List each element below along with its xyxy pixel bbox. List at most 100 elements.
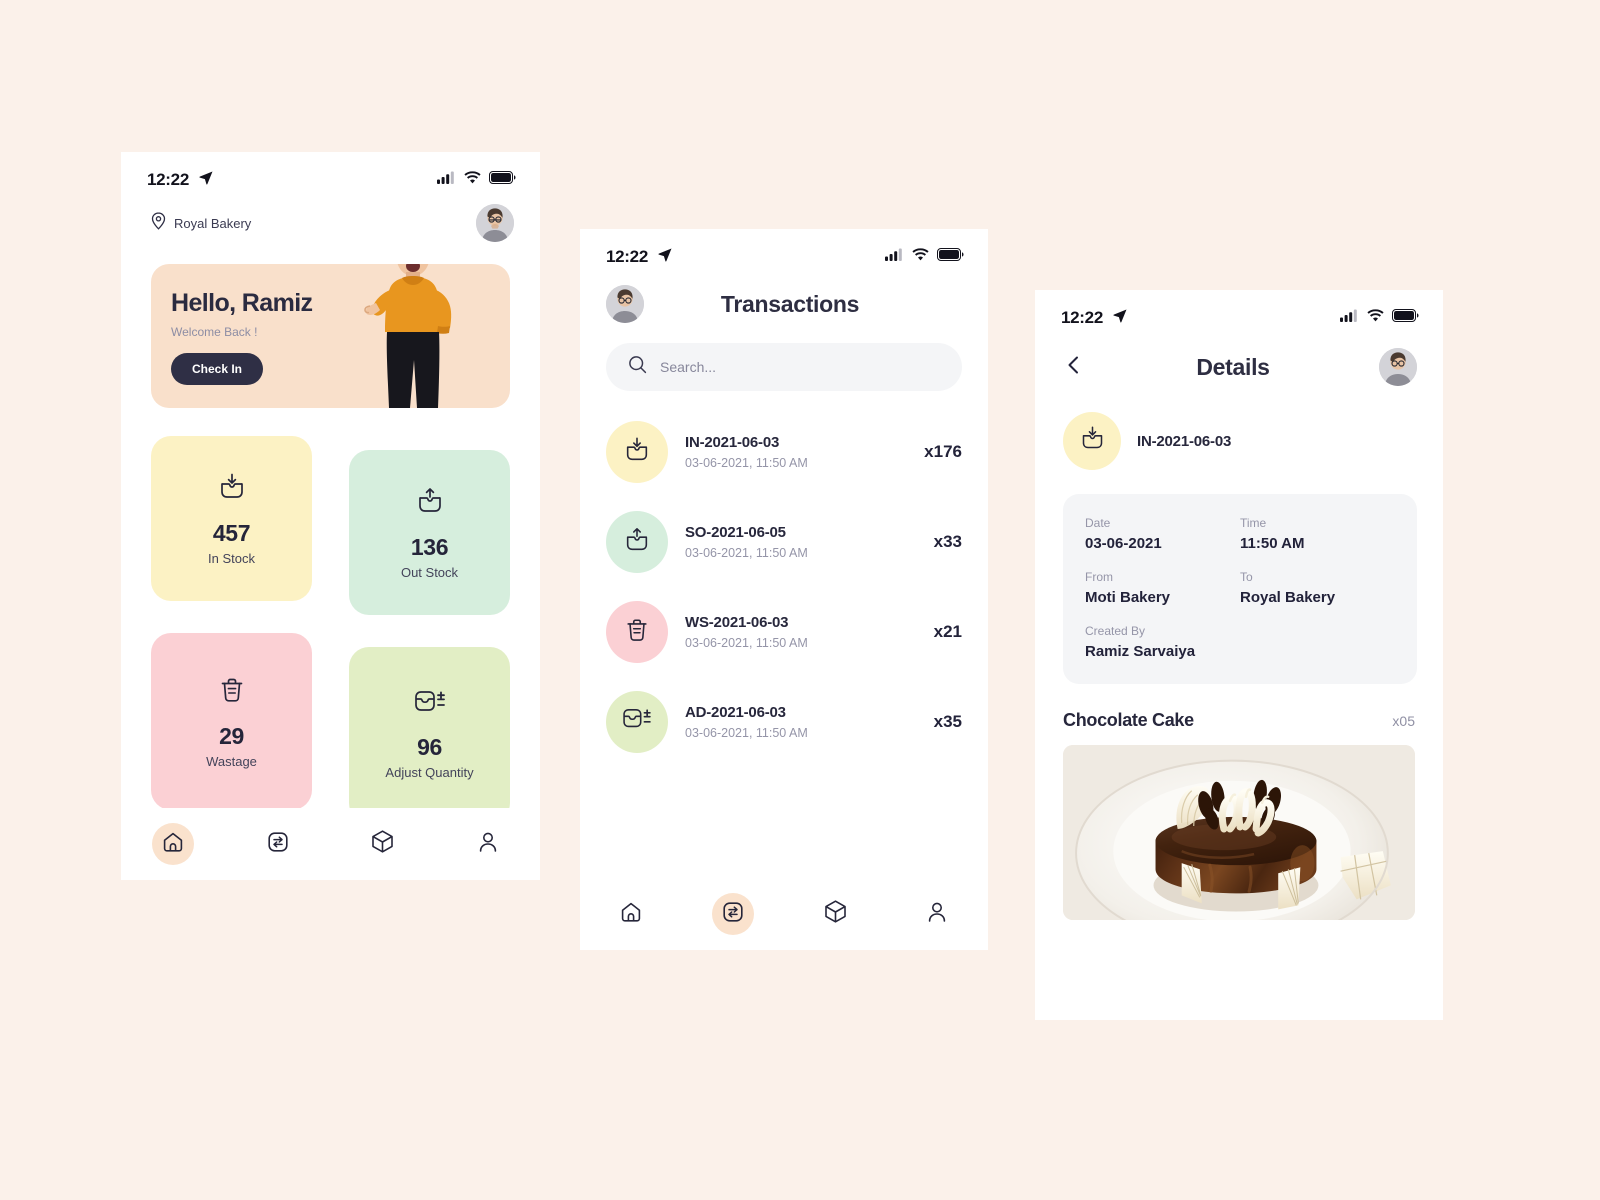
status-bar: 12:22 (580, 229, 988, 271)
location-pin-icon (151, 211, 166, 235)
stat-card-adjust-quantity[interactable]: 96 Adjust Quantity (349, 647, 510, 823)
person-icon (925, 900, 949, 929)
nav-item-inventory[interactable] (814, 893, 856, 935)
product-name: Chocolate Cake (1063, 710, 1194, 730)
stock-in-icon (623, 436, 651, 469)
stat-value: 29 (219, 722, 244, 749)
status-bar-left: 12:22 (606, 247, 673, 268)
avatar[interactable] (476, 204, 514, 242)
transaction-row[interactable]: IN-2021-06-03 03-06-2021, 11:50 AM x176 (580, 407, 988, 497)
transaction-count: x21 (933, 622, 962, 641)
nav-item-profile[interactable] (467, 823, 509, 865)
page-title: Transactions (720, 290, 860, 317)
cellular-signal-icon (437, 171, 456, 189)
hero-subtitle: Welcome Back ! (171, 325, 258, 340)
nav-item-home[interactable] (152, 823, 195, 865)
info-field-to: To Royal Bakery (1240, 570, 1395, 606)
transaction-icon-badge (606, 421, 668, 483)
stock-out-icon (623, 526, 651, 559)
avatar[interactable] (1378, 348, 1417, 386)
box-icon (823, 899, 848, 929)
info-field-from: From Moti Bakery (1085, 570, 1240, 606)
info-field-time: Time 11:50 AM (1240, 516, 1395, 552)
stock-in-icon (1079, 425, 1106, 457)
search-icon (628, 355, 647, 379)
info-value: 03-06-2021 (1085, 535, 1162, 552)
transaction-info: AD-2021-06-03 03-06-2021, 11:50 AM (685, 704, 917, 740)
info-label: Time (1240, 516, 1267, 530)
status-bar-right (1340, 309, 1419, 327)
transaction-row[interactable]: AD-2021-06-03 03-06-2021, 11:50 AM x35 (580, 677, 988, 767)
info-value: 11:50 AM (1240, 535, 1305, 552)
nav-item-profile[interactable] (916, 893, 958, 935)
nav-item-transactions[interactable] (712, 893, 754, 935)
transaction-info: WS-2021-06-03 03-06-2021, 11:50 AM (685, 614, 917, 650)
location-name: Royal Bakery (174, 215, 252, 231)
transaction-ref: SO-2021-06-05 (685, 524, 786, 541)
adjust-quantity-icon (621, 708, 653, 737)
status-time: 12:22 (606, 247, 648, 266)
transaction-datetime: 03-06-2021, 11:50 AM (685, 456, 808, 470)
hero-card: Hello, Ramiz Welcome Back ! Check In (151, 264, 510, 408)
info-label: From (1085, 570, 1113, 584)
stat-label: Out Stock (400, 564, 459, 580)
info-label: Created By (1085, 624, 1146, 638)
nav-item-home[interactable] (610, 893, 652, 935)
stat-label: In Stock (208, 550, 255, 566)
stat-value: 136 (410, 533, 449, 560)
status-bar: 12:22 (121, 152, 540, 194)
stats-grid: 457 In Stock 136 Out Stock 29 Wastage 96… (151, 436, 510, 823)
details-reference: IN-2021-06-03 (1137, 432, 1232, 450)
status-time: 12:22 (1061, 308, 1103, 327)
info-row-created-by: Created By Ramiz Sarvaiya (1085, 624, 1395, 660)
info-value: Ramiz Sarvaiya (1085, 643, 1196, 660)
transaction-count: x33 (933, 532, 962, 551)
battery-icon (1392, 309, 1419, 327)
box-icon (370, 829, 395, 859)
chocolate-cake-photo (1063, 745, 1415, 920)
transaction-row[interactable]: SO-2021-06-05 03-06-2021, 11:50 AM x33 (580, 497, 988, 587)
transaction-count: x176 (924, 442, 962, 461)
info-row-date-time: Date 03-06-2021 Time 11:50 AM (1085, 516, 1395, 552)
info-field-created-by: Created By Ramiz Sarvaiya (1085, 624, 1395, 660)
transactions-list: IN-2021-06-03 03-06-2021, 11:50 AM x176 … (580, 407, 988, 767)
trash-icon (218, 675, 246, 710)
stat-value: 457 (212, 519, 251, 546)
transaction-ref: AD-2021-06-03 (685, 704, 786, 721)
stock-in-icon (217, 472, 247, 507)
nav-item-transactions[interactable] (257, 823, 299, 865)
status-bar-right (437, 171, 516, 189)
trash-icon (624, 616, 650, 649)
search-input[interactable]: Search... (606, 343, 962, 391)
transaction-icon-badge (606, 601, 668, 663)
details-info-card: Date 03-06-2021 Time 11:50 AM From Moti … (1063, 494, 1417, 684)
info-value: Royal Bakery (1240, 589, 1336, 606)
product-header: Chocolate Cake x05 (1035, 684, 1443, 731)
product-quantity: x05 (1392, 713, 1415, 729)
info-field-date: Date 03-06-2021 (1085, 516, 1240, 552)
nav-item-inventory[interactable] (362, 823, 404, 865)
home-icon (619, 900, 643, 929)
transaction-datetime: 03-06-2021, 11:50 AM (685, 546, 808, 560)
wifi-icon (912, 248, 929, 266)
stat-label: Wastage (206, 753, 257, 769)
stat-card-wastage[interactable]: 29 Wastage (151, 633, 312, 810)
stat-card-in-stock[interactable]: 457 In Stock (151, 436, 312, 601)
home-icon (161, 830, 185, 859)
hero-greeting: Hello, Ramiz (171, 289, 313, 317)
status-bar: 12:22 (1035, 290, 1443, 332)
bottom-nav (121, 808, 540, 880)
location-chip[interactable]: Royal Bakery (151, 211, 252, 235)
battery-icon (937, 248, 964, 266)
transaction-row[interactable]: WS-2021-06-03 03-06-2021, 11:50 AM x21 (580, 587, 988, 677)
transaction-datetime: 03-06-2021, 11:50 AM (685, 726, 808, 740)
stat-card-out-stock[interactable]: 136 Out Stock (349, 450, 510, 615)
transaction-icon-badge (606, 691, 668, 753)
status-bar-left: 12:22 (147, 170, 214, 191)
avatar[interactable] (606, 285, 644, 323)
details-screen: 12:22 Details IN-2021-06-03 Date 03-06-2… (1035, 290, 1443, 1020)
back-button[interactable] (1061, 354, 1087, 380)
transactions-header: Transactions (580, 271, 988, 323)
check-in-button[interactable]: Check In (171, 353, 264, 386)
location-arrow-icon (657, 247, 673, 268)
